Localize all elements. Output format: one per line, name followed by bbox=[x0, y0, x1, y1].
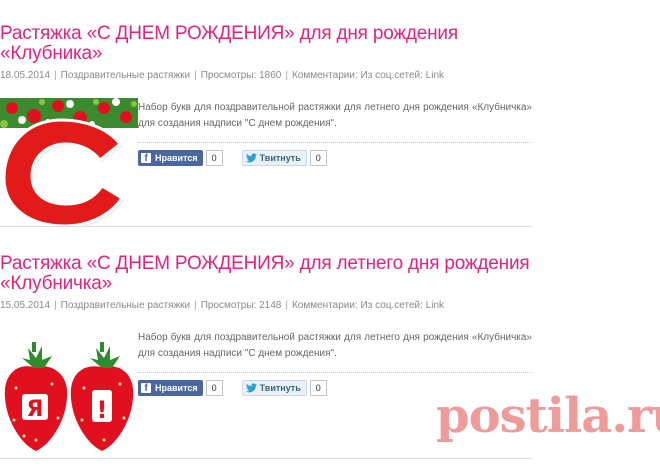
like-label: Нравится bbox=[155, 383, 198, 393]
share-buttons: f Нравится 0 Твитнуть 0 bbox=[138, 150, 327, 168]
post-meta: 18.05.2014 | Поздравительные растяжки | Прос… bbox=[0, 70, 445, 81]
post-title[interactable]: Растяжка «С ДНЕМ РОЖДЕНИЯ» для дня рожде… bbox=[0, 0, 535, 64]
facebook-icon: f bbox=[141, 153, 151, 164]
facebook-icon: f bbox=[141, 383, 151, 394]
tweet-label: Твитнуть bbox=[259, 383, 301, 393]
post-title[interactable]: Растяжка «С ДНЕМ РОЖДЕНИЯ» для летнего д… bbox=[0, 232, 535, 294]
post-thumbnail[interactable] bbox=[0, 98, 138, 228]
post-body: Набор букв для поздравительной растяжки … bbox=[0, 98, 535, 228]
post-separator bbox=[0, 458, 532, 459]
twitter-tweet-button[interactable]: Твитнуть bbox=[241, 380, 307, 396]
like-label: Нравится bbox=[155, 153, 198, 163]
post-comments-link[interactable]: Комментарии: Из соц.сетей: Link bbox=[292, 70, 444, 81]
post-thumbnail[interactable]: Я ! bbox=[0, 328, 138, 456]
post-comments-link[interactable]: Комментарии: Из соц.сетей: Link bbox=[292, 300, 444, 311]
post-date: 18.05.2014 bbox=[0, 70, 51, 81]
facebook-like-button[interactable]: f Нравится bbox=[138, 380, 203, 396]
post-views: Просмотры: 2148 bbox=[200, 300, 282, 311]
post-meta: 15.05.2014 | Поздравительные растяжки | Прос… bbox=[0, 300, 445, 311]
share-buttons: f Нравится 0 Твитнуть 0 bbox=[138, 380, 327, 398]
tweet-count: 0 bbox=[309, 150, 327, 166]
twitter-bird-icon bbox=[245, 153, 257, 163]
post-separator bbox=[0, 226, 532, 227]
tweet-label: Твитнуть bbox=[259, 153, 301, 163]
post-description: Набор букв для поздравительной растяжки … bbox=[138, 332, 532, 359]
facebook-like-button[interactable]: f Нравится bbox=[138, 150, 203, 166]
divider-dotted bbox=[138, 142, 532, 143]
twitter-bird-icon bbox=[245, 383, 257, 393]
post-views: Просмотры: 1860 bbox=[200, 70, 282, 81]
post-category-link[interactable]: Поздравительные растяжки bbox=[61, 70, 190, 81]
thumb-letter-2: ! bbox=[97, 396, 108, 424]
strawberry-letter-c-image bbox=[0, 98, 138, 228]
divider-dotted bbox=[138, 372, 532, 373]
like-count: 0 bbox=[205, 150, 223, 166]
post-description: Набор букв для поздравительной растяжки … bbox=[138, 102, 532, 129]
thumb-letter-1: Я bbox=[27, 397, 44, 422]
watermark: postila.ru bbox=[436, 388, 660, 444]
like-count: 0 bbox=[205, 380, 223, 396]
post-date: 15.05.2014 bbox=[0, 300, 51, 311]
tweet-count: 0 bbox=[309, 380, 327, 396]
twitter-tweet-button[interactable]: Твитнуть bbox=[241, 150, 307, 166]
post-category-link[interactable]: Поздравительные растяжки bbox=[61, 300, 190, 311]
post-1: Растяжка «С ДНЕМ РОЖДЕНИЯ» для дня рожде… bbox=[0, 0, 535, 228]
strawberry-letters-image: Я ! bbox=[2, 342, 136, 454]
